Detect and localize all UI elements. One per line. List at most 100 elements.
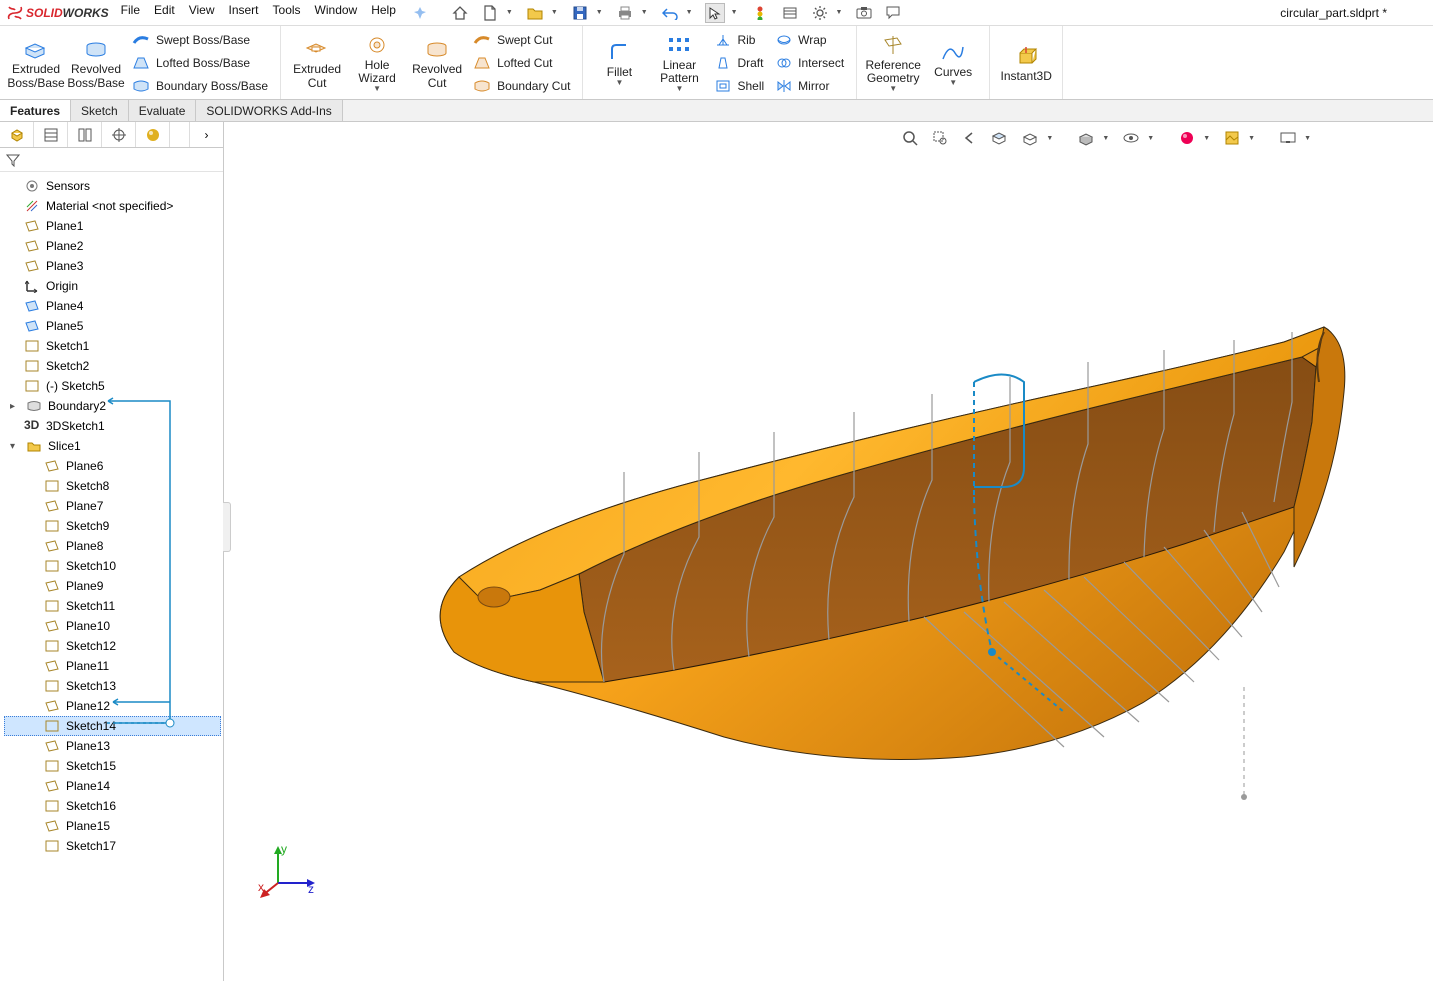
tree-plane7[interactable]: Plane7: [4, 496, 221, 516]
instant3d-button[interactable]: Instant3D: [998, 28, 1054, 97]
filter-icon[interactable]: [6, 153, 20, 167]
tree-material[interactable]: Material <not specified>: [4, 196, 221, 216]
reference-geometry-button[interactable]: Reference Geometry▼: [865, 28, 921, 97]
view-settings-dropdown[interactable]: ▼: [1304, 135, 1311, 142]
menu-view[interactable]: View: [189, 3, 215, 23]
tab-sketch[interactable]: Sketch: [71, 100, 129, 121]
save-icon[interactable]: [570, 3, 590, 23]
tree-plane5[interactable]: Plane5: [4, 316, 221, 336]
tab-evaluate[interactable]: Evaluate: [129, 100, 197, 121]
edit-appearance-dropdown[interactable]: ▼: [1203, 135, 1210, 142]
tree-plane8[interactable]: Plane8: [4, 536, 221, 556]
home-icon[interactable]: [450, 3, 470, 23]
zoom-area-icon[interactable]: [930, 128, 950, 148]
mirror-button[interactable]: Mirror: [772, 75, 848, 97]
tree-origin[interactable]: Origin: [4, 276, 221, 296]
tree-sketch2[interactable]: Sketch2: [4, 356, 221, 376]
tree-sketch5[interactable]: (-) Sketch5: [4, 376, 221, 396]
tree-plane3[interactable]: Plane3: [4, 256, 221, 276]
intersect-button[interactable]: Intersect: [772, 52, 848, 74]
rib-button[interactable]: Rib: [711, 29, 768, 51]
open-dropdown[interactable]: ▼: [551, 9, 558, 16]
revolved-boss-button[interactable]: Revolved Boss/Base: [68, 28, 124, 97]
tree-sketch12[interactable]: Sketch12: [4, 636, 221, 656]
tab-features[interactable]: Features: [0, 100, 71, 121]
tree-plane10[interactable]: Plane10: [4, 616, 221, 636]
tree-plane9[interactable]: Plane9: [4, 576, 221, 596]
tree-plane15[interactable]: Plane15: [4, 816, 221, 836]
draft-button[interactable]: Draft: [711, 52, 768, 74]
tree-plane2[interactable]: Plane2: [4, 236, 221, 256]
tree-plane1[interactable]: Plane1: [4, 216, 221, 236]
file-properties-icon[interactable]: [780, 3, 800, 23]
tree-slice1[interactable]: ▾Slice1: [4, 436, 221, 456]
orientation-triad[interactable]: y z x: [258, 843, 318, 903]
tree-sketch11[interactable]: Sketch11: [4, 596, 221, 616]
menu-tools[interactable]: Tools: [273, 3, 301, 23]
menu-help[interactable]: Help: [371, 3, 396, 23]
tree-plane11[interactable]: Plane11: [4, 656, 221, 676]
screen-capture-icon[interactable]: [854, 3, 874, 23]
tab-addins[interactable]: SOLIDWORKS Add-Ins: [196, 100, 342, 121]
zoom-fit-icon[interactable]: [900, 128, 920, 148]
tree-plane13[interactable]: Plane13: [4, 736, 221, 756]
tree-plane14[interactable]: Plane14: [4, 776, 221, 796]
configuration-manager-tab[interactable]: [68, 122, 102, 147]
panel-collapse-handle[interactable]: [223, 502, 231, 552]
feature-tree[interactable]: Sensors Material <not specified> Plane1 …: [0, 172, 223, 981]
edit-appearance-icon[interactable]: [1177, 128, 1197, 148]
feature-manager-tab[interactable]: [0, 122, 34, 147]
tree-sensors[interactable]: Sensors: [4, 176, 221, 196]
options-icon[interactable]: [810, 3, 830, 23]
extruded-boss-button[interactable]: Extruded Boss/Base: [8, 28, 64, 97]
linear-pattern-button[interactable]: Linear Pattern▼: [651, 28, 707, 97]
pin-icon[interactable]: [410, 3, 430, 23]
apply-scene-icon[interactable]: [1222, 128, 1242, 148]
tree-sketch14[interactable]: Sketch14: [4, 716, 221, 736]
shell-button[interactable]: Shell: [711, 75, 768, 97]
menu-window[interactable]: Window: [315, 3, 358, 23]
hide-show-icon[interactable]: [1121, 128, 1141, 148]
display-style-dropdown[interactable]: ▼: [1102, 135, 1109, 142]
tree-sketch9[interactable]: Sketch9: [4, 516, 221, 536]
tree-3dsketch1[interactable]: 3D3DSketch1: [4, 416, 221, 436]
rebuild-icon[interactable]: [750, 3, 770, 23]
tree-sketch1[interactable]: Sketch1: [4, 336, 221, 356]
tree-sketch17[interactable]: Sketch17: [4, 836, 221, 856]
boundary-cut-button[interactable]: Boundary Cut: [469, 75, 574, 97]
tree-plane6[interactable]: Plane6: [4, 456, 221, 476]
undo-dropdown[interactable]: ▼: [686, 9, 693, 16]
lofted-cut-button[interactable]: Lofted Cut: [469, 52, 574, 74]
panel-expand-right[interactable]: ›: [189, 122, 223, 147]
swept-cut-button[interactable]: Swept Cut: [469, 29, 574, 51]
tree-sketch15[interactable]: Sketch15: [4, 756, 221, 776]
lofted-boss-button[interactable]: Lofted Boss/Base: [128, 52, 272, 74]
save-dropdown[interactable]: ▼: [596, 9, 603, 16]
extruded-cut-button[interactable]: Extruded Cut: [289, 28, 345, 97]
tree-sketch16[interactable]: Sketch16: [4, 796, 221, 816]
tree-boundary2[interactable]: ▸Boundary2: [4, 396, 221, 416]
fillet-button[interactable]: Fillet▼: [591, 28, 647, 97]
select-dropdown[interactable]: ▼: [731, 9, 738, 16]
graphics-viewport[interactable]: ▼ ▼ ▼ ▼ ▼ ▼: [224, 122, 1433, 981]
previous-view-icon[interactable]: [960, 128, 980, 148]
print-icon[interactable]: [615, 3, 635, 23]
hole-wizard-button[interactable]: Hole Wizard▼: [349, 28, 405, 97]
revolved-cut-button[interactable]: Revolved Cut: [409, 28, 465, 97]
hide-show-dropdown[interactable]: ▼: [1147, 135, 1154, 142]
view-orientation-dropdown[interactable]: ▼: [1046, 135, 1053, 142]
menu-file[interactable]: File: [121, 3, 140, 23]
open-icon[interactable]: [525, 3, 545, 23]
options-dropdown[interactable]: ▼: [836, 9, 843, 16]
new-icon[interactable]: [480, 3, 500, 23]
dimxpert-manager-tab[interactable]: [102, 122, 136, 147]
display-style-icon[interactable]: [1076, 128, 1096, 148]
tree-plane12[interactable]: Plane12: [4, 696, 221, 716]
curves-button[interactable]: Curves▼: [925, 28, 981, 97]
section-view-icon[interactable]: [990, 128, 1010, 148]
property-manager-tab[interactable]: [34, 122, 68, 147]
tree-plane4[interactable]: Plane4: [4, 296, 221, 316]
print-dropdown[interactable]: ▼: [641, 9, 648, 16]
view-settings-icon[interactable]: [1278, 128, 1298, 148]
forum-icon[interactable]: [884, 3, 904, 23]
